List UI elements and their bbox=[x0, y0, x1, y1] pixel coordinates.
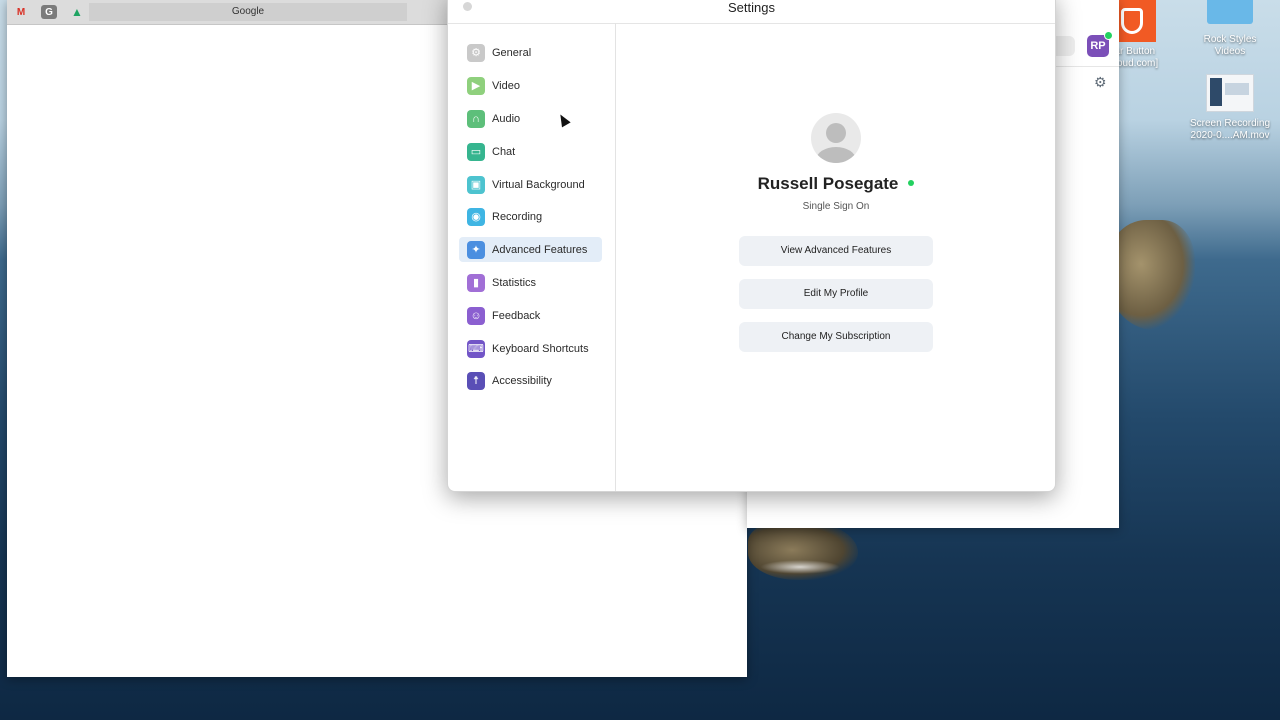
sidebar-item-keyboard-shortcuts[interactable]: ⌨ Keyboard Shortcuts bbox=[459, 336, 602, 361]
sidebar-item-chat[interactable]: ▭ Chat bbox=[459, 139, 602, 164]
edit-my-profile-button[interactable]: Edit My Profile bbox=[739, 279, 933, 309]
gmail-icon[interactable]: M bbox=[13, 5, 29, 19]
sidebar-item-accessibility[interactable]: ☨ Accessibility bbox=[459, 368, 602, 393]
google-drive-icon[interactable]: ▲ bbox=[69, 5, 85, 19]
gear-icon[interactable]: ⚙ bbox=[1094, 74, 1107, 91]
title-bar: Settings bbox=[448, 0, 1055, 24]
settings-sidebar: ⚙ General ▶ Video ∩ Audio ▭ Chat ▣ Virtual Backgr… bbox=[448, 23, 616, 491]
sidebar-item-label: Statistics bbox=[492, 276, 537, 289]
sidebar-item-label: Audio bbox=[492, 112, 521, 125]
sparkle-icon: ✦ bbox=[467, 240, 485, 259]
profile-name: Russell Posegate bbox=[616, 174, 1055, 194]
sidebar-item-label: Advanced Features bbox=[492, 243, 588, 256]
record-icon: ◉ bbox=[467, 207, 485, 226]
sidebar-item-general[interactable]: ⚙ General bbox=[459, 40, 602, 65]
desktop-icon-label: Rock Styles Videos bbox=[1203, 34, 1257, 57]
sidebar-item-label: General bbox=[492, 46, 532, 59]
sidebar-item-label: Keyboard Shortcuts bbox=[492, 342, 589, 355]
headphones-icon: ∩ bbox=[467, 109, 485, 128]
sidebar-item-audio[interactable]: ∩ Audio bbox=[459, 106, 602, 131]
folder-icon bbox=[1207, 0, 1253, 24]
desktop-icon-screen-recording[interactable]: Screen Recording 2020-0....AM.mov bbox=[1186, 74, 1274, 142]
person-background-icon: ▣ bbox=[467, 175, 485, 194]
sidebar-item-video[interactable]: ▶ Video bbox=[459, 73, 602, 98]
sidebar-item-statistics[interactable]: ▮ Statistics bbox=[459, 270, 602, 295]
settings-content: Russell Posegate Single Sign On View Adv… bbox=[616, 23, 1055, 491]
sidebar-item-label: Virtual Background bbox=[492, 178, 585, 191]
view-advanced-features-button[interactable]: View Advanced Features bbox=[739, 236, 933, 266]
online-status-dot bbox=[1104, 31, 1113, 40]
accessibility-person-icon: ☨ bbox=[467, 371, 485, 390]
sidebar-item-virtual-background[interactable]: ▣ Virtual Background bbox=[459, 172, 602, 197]
profile-name-text: Russell Posegate bbox=[757, 174, 899, 193]
video-camera-icon: ▶ bbox=[467, 76, 485, 95]
keyboard-icon: ⌨ bbox=[467, 339, 485, 358]
sidebar-item-label: Video bbox=[492, 79, 520, 92]
tab-google[interactable]: Google bbox=[89, 3, 407, 21]
sidebar-item-label: Feedback bbox=[492, 309, 541, 322]
chat-bubble-icon: ▭ bbox=[467, 142, 485, 161]
window-title: Settings bbox=[728, 0, 775, 15]
bar-chart-icon: ▮ bbox=[467, 273, 485, 292]
desktop-icon-label: Screen Recording 2020-0....AM.mov bbox=[1189, 118, 1271, 141]
sidebar-item-recording[interactable]: ◉ Recording bbox=[459, 204, 602, 229]
sidebar-item-label: Accessibility bbox=[492, 374, 552, 387]
sidebar-item-label: Recording bbox=[492, 210, 543, 223]
wave-foam bbox=[760, 560, 840, 574]
sidebar-item-label: Chat bbox=[492, 145, 516, 158]
change-my-subscription-button[interactable]: Change My Subscription bbox=[739, 322, 933, 352]
login-type: Single Sign On bbox=[802, 201, 870, 212]
settings-window: Settings ⚙ General ▶ Video ∩ Audio ▭ Chat ▣ Virtu… bbox=[447, 0, 1056, 492]
video-thumbnail-icon bbox=[1206, 74, 1254, 112]
smiley-icon: ☺ bbox=[467, 306, 485, 325]
sidebar-item-feedback[interactable]: ☺ Feedback bbox=[459, 303, 602, 328]
g-app-icon[interactable]: G bbox=[41, 5, 57, 19]
online-status-dot bbox=[908, 179, 915, 186]
desktop-icon-rock-styles-videos[interactable]: Rock Styles Videos bbox=[1192, 0, 1268, 58]
profile-avatar bbox=[811, 113, 861, 163]
sidebar-item-advanced-features[interactable]: ✦ Advanced Features bbox=[459, 237, 602, 262]
gear-icon: ⚙ bbox=[467, 43, 485, 62]
